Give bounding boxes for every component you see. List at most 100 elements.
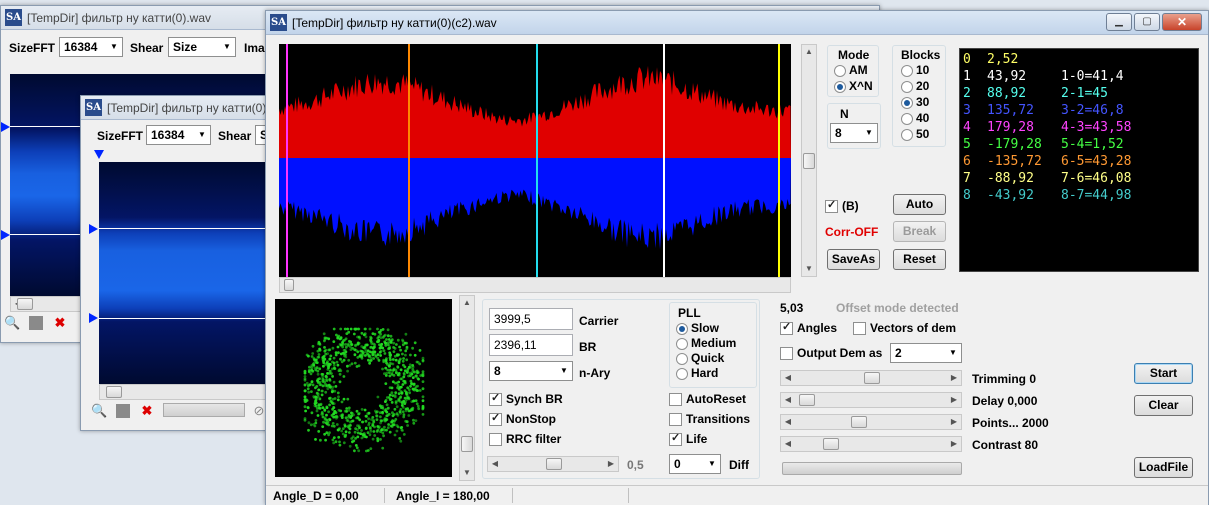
sizefft-select[interactable]: 16384 ▼ [146,125,211,145]
trimming-slider[interactable]: ◀ ▶ [780,370,962,386]
mode-xn-radio[interactable]: X^N [834,80,873,95]
waveform-vertical-scrollbar[interactable]: ▲ ▼ [801,44,817,277]
marker-arrow-icon[interactable] [94,150,104,159]
clear-icon[interactable]: ✖ [139,403,155,419]
constellation-point [391,358,395,361]
zoom-icon[interactable]: 🔍 [4,315,20,331]
blocks-30-radio[interactable]: 30 [901,96,929,111]
break-button[interactable]: Break [893,221,946,242]
minimize-button[interactable]: ▁ [1106,13,1132,31]
blocks-40-radio[interactable]: 40 [901,112,929,127]
scroll-thumb[interactable] [106,386,122,398]
nary-select[interactable]: 8 ▼ [489,361,573,381]
scroll-thumb[interactable] [284,279,294,291]
carrier-input[interactable]: 3999,5 [489,308,573,330]
maximize-button[interactable]: ▢ [1134,13,1160,31]
slider-thumb[interactable] [546,458,562,470]
trimming-label: Trimming 0 [972,372,1037,386]
pll-quick-radio[interactable]: Quick [676,352,724,367]
arrow-left-icon[interactable]: ◀ [781,393,795,407]
sizefft-select[interactable]: 16384 ▼ [59,37,123,57]
angles-checkbox[interactable]: Angles [780,321,837,337]
constellation-vertical-scrollbar[interactable]: ▲ ▼ [459,295,475,481]
constellation-point [331,375,334,378]
constellation-point [381,367,384,371]
scroll-thumb[interactable] [803,153,815,169]
clear-button[interactable]: Clear [1134,395,1193,416]
back-horizontal-scrollbar[interactable]: ◀ [10,296,85,312]
autoreset-checkbox[interactable]: AutoReset [669,393,746,408]
arrow-right-icon[interactable]: ▶ [947,371,961,385]
loadfile-button[interactable]: LoadFile [1134,457,1193,478]
arrow-down-icon[interactable]: ▼ [802,262,816,276]
blocks-20-radio[interactable]: 20 [901,80,929,95]
shear-select[interactable]: Size ▼ [168,37,236,57]
marker-arrow-icon[interactable] [1,122,10,132]
constellation-point [399,411,402,415]
start-button[interactable]: Start [1134,363,1193,384]
b-checkbox[interactable]: (B) [825,199,859,215]
clear-icon[interactable]: ✖ [52,315,68,331]
delay-slider[interactable]: ◀ ▶ [780,392,962,408]
blocks-10-radio[interactable]: 10 [901,64,929,79]
mode-am-radio[interactable]: AM [834,64,868,79]
nonstop-checkbox[interactable]: NonStop [489,412,556,428]
rrc-filter-checkbox[interactable]: RRC filter [489,433,561,448]
arrow-right-icon[interactable]: ▶ [947,437,961,451]
constellation-point [321,355,325,359]
phase-diff: 8-7=44,98 [1061,188,1132,203]
synch-br-checkbox[interactable]: Synch BR [489,392,563,408]
arrow-right-icon[interactable]: ▶ [604,457,618,471]
diff-select[interactable]: 0 ▼ [669,454,721,474]
front-window[interactable]: SA [TempDir] фильтр ну катти(0)(c2).wav … [265,10,1209,505]
constellation-display[interactable] [275,299,452,477]
output-dem-select[interactable]: 2 ▼ [890,343,962,363]
constellation-point [348,431,351,434]
zoom-icon[interactable]: 🔍 [91,403,107,419]
vectors-checkbox[interactable]: Vectors of dem [853,322,956,337]
br-input[interactable]: 2396,11 [489,334,573,356]
constellation-point [379,332,382,336]
slider-thumb[interactable] [799,394,815,406]
constellation-point [421,387,425,391]
output-dem-checkbox[interactable]: Output Dem as [780,347,882,362]
blocks-50-radio[interactable]: 50 [901,128,929,143]
arrow-left-icon[interactable]: ◀ [781,371,795,385]
middle-horizontal-scrollbar[interactable] [99,384,269,400]
waveform-display[interactable] [279,44,791,277]
marker-arrow-icon[interactable] [89,224,98,234]
pll-hard-radio[interactable]: Hard [676,367,718,382]
scroll-thumb[interactable] [461,436,473,452]
pll-slow-radio[interactable]: Slow [676,322,719,337]
arrow-right-icon[interactable]: ▶ [947,415,961,429]
marker-arrow-icon[interactable] [1,230,10,240]
pll-medium-radio[interactable]: Medium [676,337,736,352]
slider-thumb[interactable] [851,416,867,428]
slider-thumb[interactable] [823,438,839,450]
close-button[interactable]: ✕ [1162,13,1202,31]
saveas-button[interactable]: SaveAs [827,249,880,270]
stop-icon[interactable] [115,403,131,419]
arrow-right-icon[interactable]: ▶ [947,393,961,407]
points-slider[interactable]: ◀ ▶ [780,414,962,430]
arrow-left-icon[interactable]: ◀ [488,457,502,471]
arrow-left-icon[interactable]: ◀ [781,437,795,451]
arrow-down-icon[interactable]: ▼ [460,466,474,480]
scroll-thumb[interactable] [17,298,33,310]
slider-thumb[interactable] [864,372,880,384]
transitions-checkbox[interactable]: Transitions [669,413,750,428]
waveform-horizontal-scrollbar[interactable]: ◀ [279,277,791,293]
life-checkbox[interactable]: Life [669,432,707,448]
front-window-titlebar[interactable]: SA [TempDir] фильтр ну катти(0)(c2).wav … [266,11,1208,35]
constellation-point [404,332,408,336]
reset-button[interactable]: Reset [893,249,946,270]
arrow-up-icon[interactable]: ▲ [802,45,816,59]
arrow-left-icon[interactable]: ◀ [781,415,795,429]
stop-icon[interactable] [28,315,44,331]
n-select[interactable]: 8 ▼ [830,123,878,143]
auto-button[interactable]: Auto [893,194,946,215]
marker-arrow-icon[interactable] [89,313,98,323]
contrast-slider[interactable]: ◀ ▶ [780,436,962,452]
arrow-up-icon[interactable]: ▲ [460,296,474,310]
rrc-slider[interactable]: ◀ ▶ [487,456,619,472]
